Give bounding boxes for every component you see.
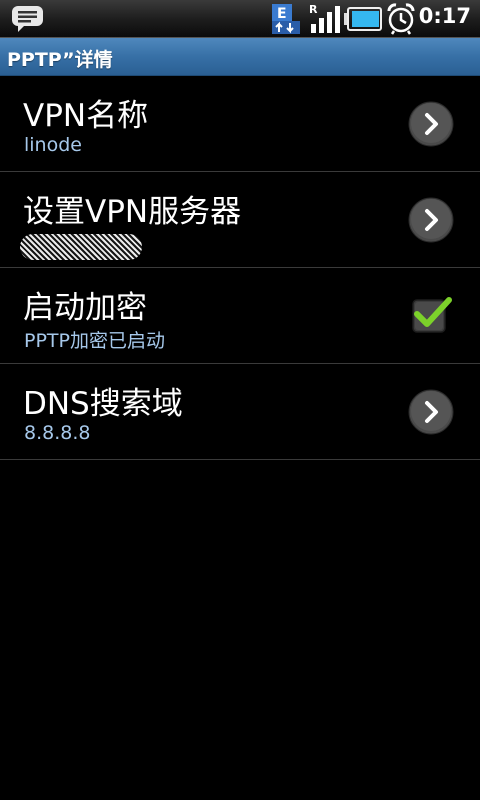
edge-data-icon: E: [272, 4, 300, 34]
status-bar: E R 0:17: [0, 0, 480, 38]
setting-vpn-name[interactable]: VPN名称 linode: [0, 76, 480, 172]
signal-icon: [311, 6, 340, 33]
chevron-right-icon[interactable]: [408, 101, 454, 147]
setting-vpn-server[interactable]: 设置VPN服务器: [0, 172, 480, 268]
setting-value: PPTP加密已启动: [24, 330, 165, 352]
redacted-value: [20, 234, 142, 260]
svg-text:E: E: [277, 6, 287, 22]
clock-time: 0:17: [418, 4, 471, 28]
settings-list: VPN名称 linode 设置VPN服务器 启动加密 PPTP加密已启动 DNS…: [0, 76, 480, 460]
battery-icon: [344, 7, 382, 31]
encryption-checkbox[interactable]: [409, 294, 455, 336]
setting-title: 设置VPN服务器: [23, 194, 242, 230]
setting-title: 启动加密: [23, 290, 147, 326]
setting-title: VPN名称: [23, 98, 149, 134]
chevron-right-icon[interactable]: [408, 389, 454, 435]
setting-dns-search-domain[interactable]: DNS搜索域 8.8.8.8: [0, 364, 480, 460]
setting-title: DNS搜索域: [23, 386, 183, 422]
message-icon[interactable]: [11, 5, 44, 33]
chevron-right-icon[interactable]: [408, 197, 454, 243]
setting-value: linode: [24, 134, 82, 156]
title-bar: PPTP”详情: [0, 38, 480, 76]
setting-enable-encryption[interactable]: 启动加密 PPTP加密已启动: [0, 268, 480, 364]
page-title: PPTP”详情: [7, 49, 113, 71]
setting-value: 8.8.8.8: [24, 422, 91, 444]
alarm-icon: [387, 3, 415, 35]
